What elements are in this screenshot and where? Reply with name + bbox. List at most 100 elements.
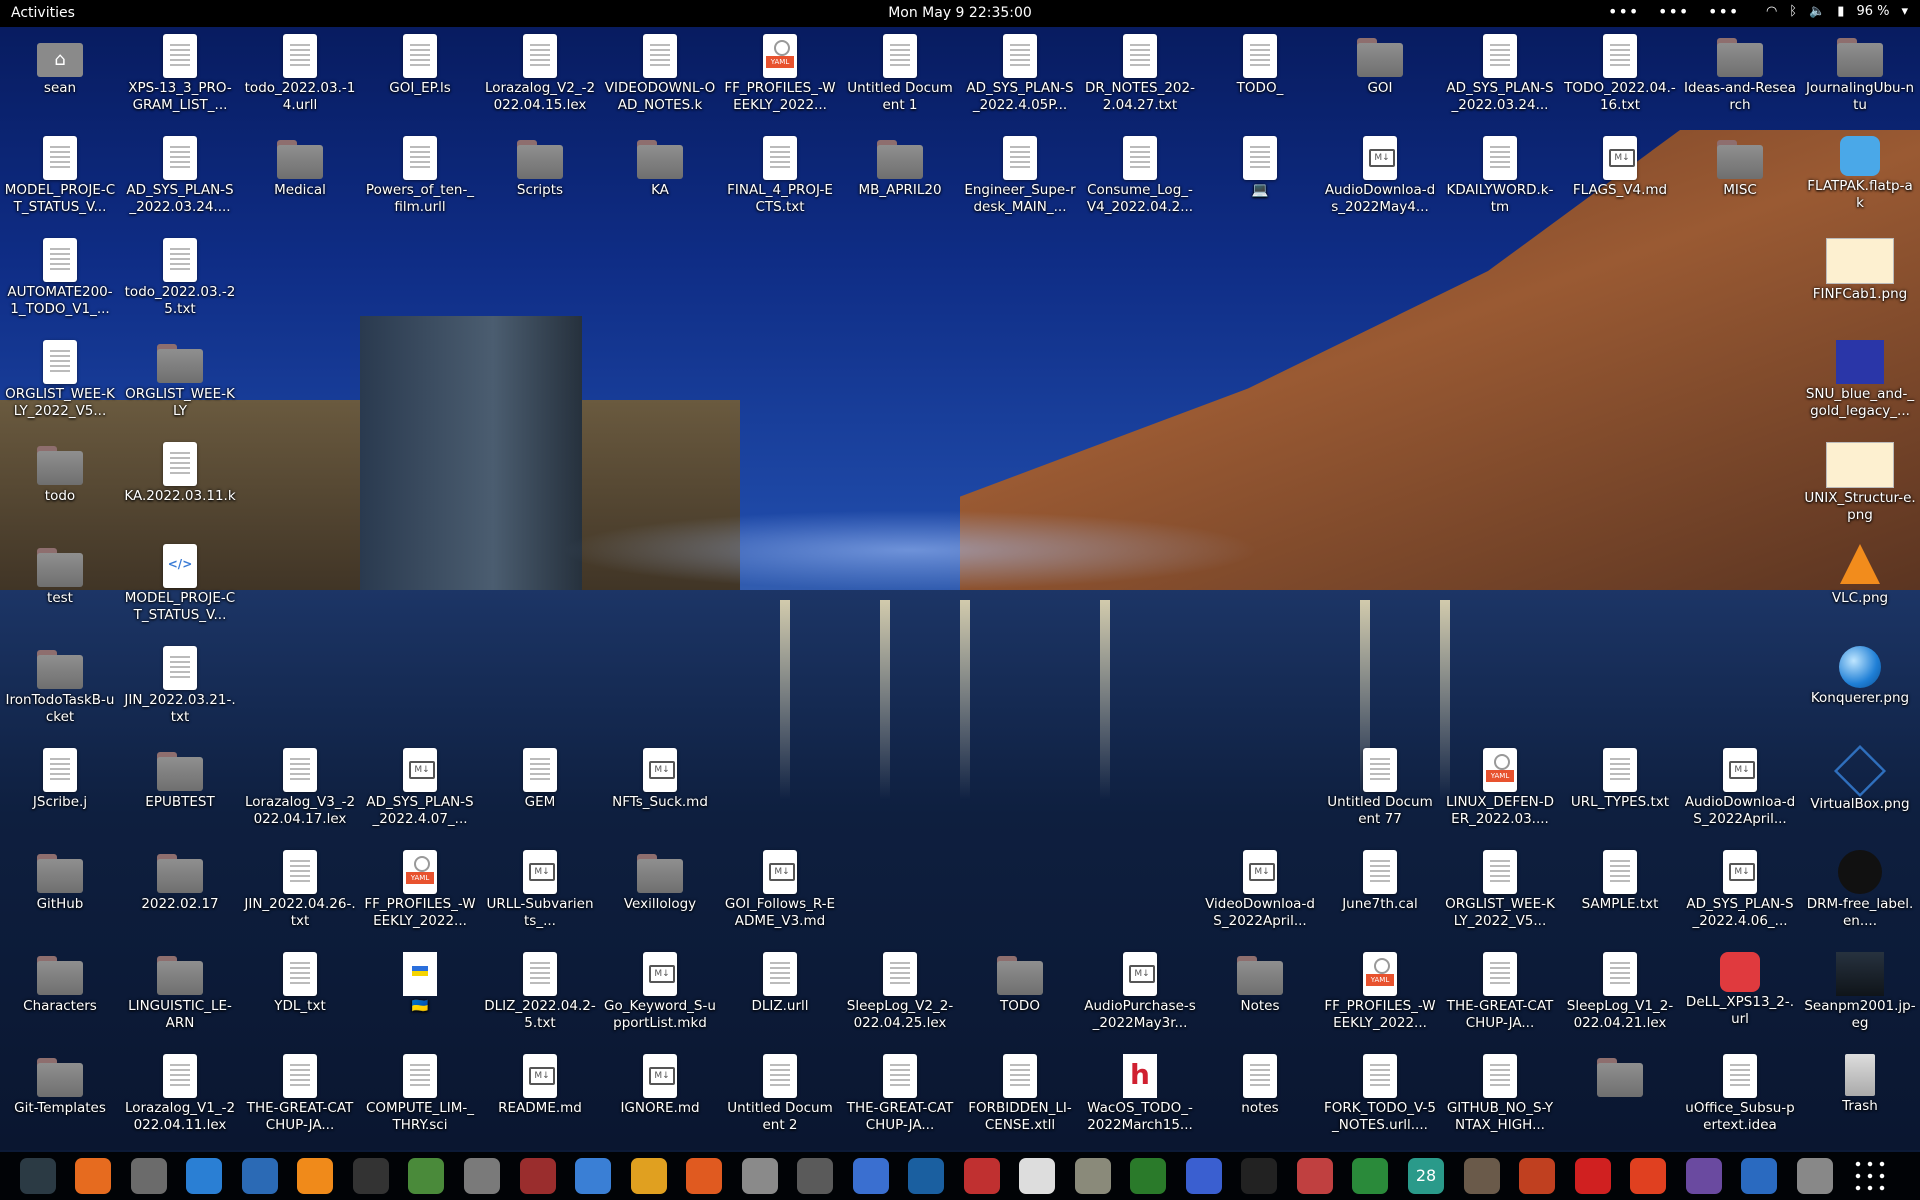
- dock-alert-icon[interactable]: [1575, 1158, 1611, 1194]
- dock-game-icon[interactable]: [1519, 1158, 1555, 1194]
- desktop-icon-nfts[interactable]: NFTs_Suck.md: [604, 748, 716, 811]
- desktop-icon-d20220217[interactable]: 2022.02.17: [124, 850, 236, 913]
- desktop-icon-misc[interactable]: MISC: [1684, 136, 1796, 199]
- desktop-icon-sean[interactable]: sean: [4, 34, 116, 97]
- desktop-icon-scripts[interactable]: Scripts: [484, 136, 596, 199]
- desktop-icon-engineer[interactable]: Engineer_Supe-rdesk_MAIN_...: [964, 136, 1076, 216]
- desktop-icon-todo1[interactable]: todo_2022.03.-14.urll: [244, 34, 356, 114]
- dock-music-icon[interactable]: [1241, 1158, 1277, 1194]
- desktop-icon-xps[interactable]: XPS-13_3_PRO-GRAM_LIST_...: [124, 34, 236, 114]
- desktop-icon-goiep[interactable]: GOI_EP.ls: [364, 34, 476, 97]
- dock-calc-icon[interactable]: [1352, 1158, 1388, 1194]
- desktop-icon-todofolder[interactable]: todo: [4, 442, 116, 505]
- dock-gnome-mahjongg-icon[interactable]: [408, 1158, 444, 1194]
- desktop-icon-adsys3[interactable]: AD_SYS_PLAN-S_2022.03.24....: [124, 136, 236, 216]
- desktop-icon-sample[interactable]: SAMPLE.txt: [1564, 850, 1676, 913]
- desktop-icon-jscribe[interactable]: JScribe.j: [4, 748, 116, 811]
- desktop-icon-test[interactable]: test: [4, 544, 116, 607]
- dock-files-icon[interactable]: [742, 1158, 778, 1194]
- desktop-icon-consume[interactable]: Consume_Log_-V4_2022.04.2...: [1084, 136, 1196, 216]
- dock-todo-icon[interactable]: [853, 1158, 889, 1194]
- dock-settings-2-icon[interactable]: [1797, 1158, 1833, 1194]
- desktop-icon-dliz1[interactable]: DLIZ_2022.04.2-5.txt: [484, 952, 596, 1032]
- desktop-icon-sleepv1[interactable]: SleepLog_V1_2-022.04.21.lex: [1564, 952, 1676, 1032]
- desktop-icon-goifollows[interactable]: GOI_Follows_R-EADME_V3.md: [724, 850, 836, 930]
- desktop-icon-ukraine[interactable]: 🇺🇦: [364, 952, 476, 1015]
- desktop-icon-orglist3[interactable]: ORGLIST_WEE-KLY_2022_V5...: [1444, 850, 1556, 930]
- desktop-icon-notes[interactable]: notes: [1204, 1054, 1316, 1117]
- desktop-icon-seanpm[interactable]: Seanpm2001.jp-eg: [1804, 952, 1916, 1032]
- dock-document-scanner-icon[interactable]: [964, 1158, 1000, 1194]
- desktop-icon-dlizurll[interactable]: DLIZ.urll: [724, 952, 836, 1015]
- desktop-icon-jin1[interactable]: JIN_2022.03.21-.txt: [124, 646, 236, 726]
- desktop-icon-vbox[interactable]: VirtualBox.png: [1804, 744, 1916, 813]
- desktop-icon-readme[interactable]: README.md: [484, 1054, 596, 1117]
- desktop-icon-trash[interactable]: Trash: [1804, 1054, 1916, 1115]
- desktop-icon-adsys2[interactable]: AD_SYS_PLAN-S_2022.03.24...: [1444, 34, 1556, 114]
- desktop-icon-videodl2[interactable]: VideoDownloa-dS_2022April...: [1204, 850, 1316, 930]
- desktop-icon-gem[interactable]: GEM: [484, 748, 596, 811]
- desktop-icon-model2[interactable]: MODEL_PROJE-CT_STATUS_V...: [124, 544, 236, 624]
- desktop-icon-characters[interactable]: Characters: [4, 952, 116, 1015]
- dock-software-center-icon[interactable]: [686, 1158, 722, 1194]
- dock-character-map-icon[interactable]: [1019, 1158, 1055, 1194]
- dock-disk-utility-icon[interactable]: [797, 1158, 833, 1194]
- desktop-icon-github[interactable]: GitHub: [4, 850, 116, 913]
- desktop-icon-irontodo[interactable]: IronTodoTaskB-ucket: [4, 646, 116, 726]
- desktop-icon-flags[interactable]: FLAGS_V4.md: [1564, 136, 1676, 199]
- dock-network-tool-icon[interactable]: [1741, 1158, 1777, 1194]
- desktop-icon-ideas[interactable]: Ideas-and-Research: [1684, 34, 1796, 114]
- desktop-icon-untitled1[interactable]: Untitled Document 1: [844, 34, 956, 114]
- dock-screenshot-icon[interactable]: [1186, 1158, 1222, 1194]
- desktop-icon-audiopurch[interactable]: AudioPurchase-s_2022May3r...: [1084, 952, 1196, 1032]
- dock-recorder-icon[interactable]: [1686, 1158, 1722, 1194]
- dock-help-icon[interactable]: [186, 1158, 222, 1194]
- dock-show-apps-icon[interactable]: [1852, 1158, 1888, 1194]
- desktop-icon-lorav3[interactable]: Lorazalog_V3_-2022.04.17.lex: [244, 748, 356, 828]
- dock-image-viewer-icon[interactable]: [464, 1158, 500, 1194]
- desktop-icon-jin2[interactable]: JIN_2022.04.26-.txt: [244, 850, 356, 930]
- desktop-icon-snu[interactable]: SNU_blue_and-_gold_legacy_...: [1804, 340, 1916, 420]
- dock-firefox-icon[interactable]: [75, 1158, 111, 1194]
- desktop-icon-greatcatch1[interactable]: THE-GREAT-CATCHUP-JA...: [1444, 952, 1556, 1032]
- desktop-icon-finfcab[interactable]: FINFCab1.png: [1804, 238, 1916, 303]
- desktop-icon-greatcatch2[interactable]: THE-GREAT-CATCHUP-JA...: [244, 1054, 356, 1134]
- desktop-icon-unix[interactable]: UNIX_Structur-e.png: [1804, 442, 1916, 524]
- desktop-icon-konq[interactable]: Konquerer.png: [1804, 646, 1916, 707]
- desktop-icon-model1[interactable]: MODEL_PROJE-CT_STATUS_V...: [4, 136, 116, 216]
- extension-dots-icon[interactable]: •••: [1708, 2, 1739, 21]
- desktop-icon-adsys5[interactable]: AD_SYS_PLAN-S_2022.4.06_...: [1684, 850, 1796, 930]
- desktop-icon-uoffice[interactable]: uOffice_Subsu-pertext.idea: [1684, 1054, 1796, 1134]
- dock-calendar-icon[interactable]: 28: [1408, 1158, 1444, 1194]
- desktop-icon-medical[interactable]: Medical: [244, 136, 356, 199]
- desktop-icon-orglist1[interactable]: ORGLIST_WEE-KLY_2022_V5...: [4, 340, 116, 420]
- desktop-icon-mbapril[interactable]: MB_APRIL20: [844, 136, 956, 199]
- dock-document-viewer-icon[interactable]: [1297, 1158, 1333, 1194]
- desktop-icon-notesfolder[interactable]: Notes: [1204, 952, 1316, 1015]
- desktop-icon-gokeyword[interactable]: Go_Keyword_S-upportList.mkd: [604, 952, 716, 1032]
- desktop-icon-videodl[interactable]: VIDEODOWNL-OAD_NOTES.k: [604, 34, 716, 114]
- desktop-icon-final4[interactable]: FINAL_4_PROJ-ECTS.txt: [724, 136, 836, 216]
- desktop-icon-forbidden[interactable]: FORBIDDEN_LI-CENSE.xtll: [964, 1054, 1076, 1134]
- desktop-icon-flatpak[interactable]: FLATPAK.flatp-ak: [1804, 136, 1916, 212]
- desktop-icon-automate[interactable]: AUTOMATE200-1_TODO_V1_...: [4, 238, 116, 318]
- desktop-icon-orglist2[interactable]: ORGLIST_WEE-KLY: [124, 340, 236, 420]
- desktop-icon-laptop[interactable]: 💻: [1204, 136, 1316, 199]
- desktop-icon-lorav1[interactable]: Lorazalog_V1_-2022.04.11.lex: [124, 1054, 236, 1134]
- desktop-icon-adsys1[interactable]: AD_SYS_PLAN-S_2022.4.05P...: [964, 34, 1076, 114]
- desktop-icon-wacos[interactable]: WacOS_TODO_-2022March15...: [1084, 1054, 1196, 1134]
- dock-update-manager-icon[interactable]: [1630, 1158, 1666, 1194]
- desktop-icon-vexil[interactable]: Vexillology: [604, 850, 716, 913]
- desktop-icon-vlc[interactable]: VLC.png: [1804, 544, 1916, 607]
- desktop-icon-linuxdef[interactable]: LINUX_DEFEN-DER_2022.03....: [1444, 748, 1556, 828]
- desktop-icon-urll[interactable]: URLL-Subvarients_...: [484, 850, 596, 930]
- desktop-icon-forktodo[interactable]: FORK_TODO_V-5_NOTES.urll....: [1324, 1054, 1436, 1134]
- desktop-icon-gittemplates[interactable]: Git-Templates: [4, 1054, 116, 1117]
- desktop-icon-todofolder2[interactable]: TODO: [964, 952, 1076, 1015]
- desktop-icon-untitled77[interactable]: Untitled Document 77: [1324, 748, 1436, 828]
- dock-settings-icon[interactable]: [131, 1158, 167, 1194]
- desktop-icon-todo_[interactable]: TODO_: [1204, 34, 1316, 97]
- system-tray[interactable]: ◠ ᛒ 🔈 ▮ 96 % ▾: [1766, 4, 1908, 19]
- dock-calculator-icon[interactable]: [631, 1158, 667, 1194]
- desktop-icon-dellxps[interactable]: DeLL_XPS13_2-.url: [1684, 952, 1796, 1028]
